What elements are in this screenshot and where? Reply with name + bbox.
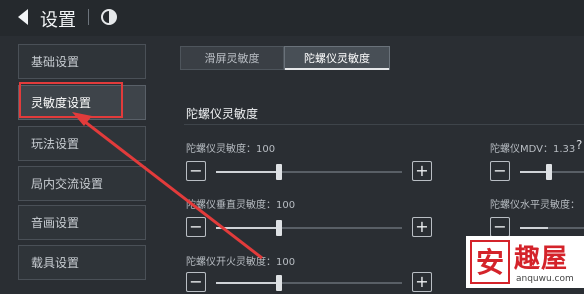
svg-text:安: 安 bbox=[476, 246, 504, 279]
watermark-brand: 趣屋 bbox=[514, 244, 569, 274]
watermark: 安 趣屋 anquwu.com bbox=[466, 236, 584, 288]
watermark-url: anquwu.com bbox=[516, 274, 574, 284]
watermark-logo: 安 bbox=[470, 240, 510, 284]
